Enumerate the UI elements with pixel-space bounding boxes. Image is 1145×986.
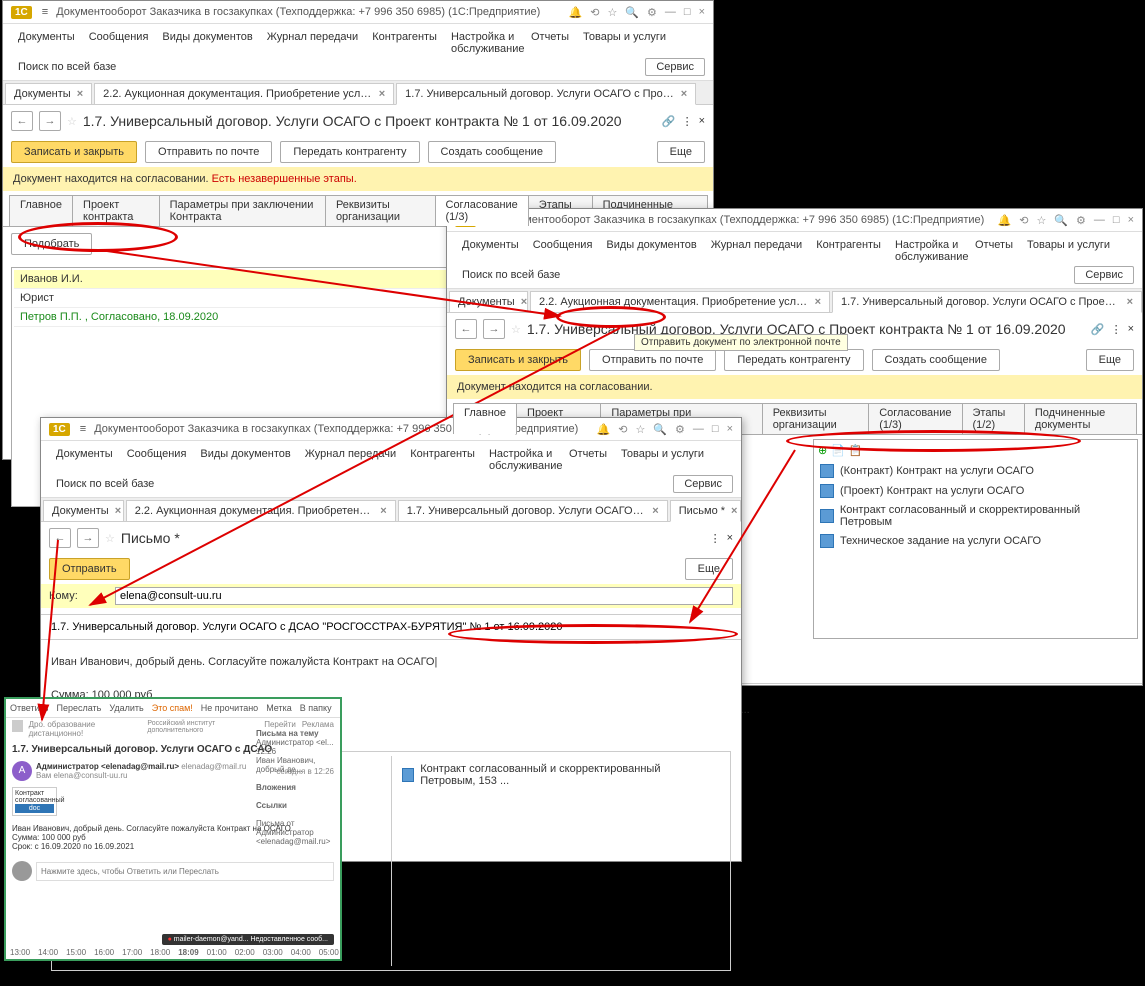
doc-title: 1.7. Универсальный договор. Услуги ОСАГО… (83, 113, 622, 129)
menu-transferlog[interactable]: Журнал передачи (260, 28, 365, 58)
back-button[interactable]: ← (11, 111, 33, 131)
close-icon[interactable]: × (699, 6, 705, 19)
word-icon (820, 464, 834, 478)
pick-button[interactable]: Подобрать (11, 233, 92, 255)
timeline: 13:0014:0015:00 16:0017:0018:00 18:0901:… (10, 948, 339, 957)
favorite-star-icon[interactable]: ☆ (67, 115, 77, 128)
menu-counterparties[interactable]: Контрагенты (365, 28, 444, 58)
spam-button[interactable]: Это спам! (152, 703, 193, 713)
service-button[interactable]: Сервис (645, 58, 705, 76)
more-button[interactable]: Еще (657, 141, 705, 163)
search-icon[interactable]: 🔍 (625, 6, 639, 19)
send-email-button[interactable]: Отправить по почте (145, 141, 272, 163)
tab-contract[interactable]: 1.7. Универсальный договор. Услуги ОСАГО… (396, 83, 696, 105)
menu-reports[interactable]: Отчеты (524, 28, 576, 58)
link-icon[interactable]: 🔗 (662, 115, 676, 128)
kebab-icon[interactable]: ⋮ (682, 115, 693, 128)
reply-button[interactable]: Ответить (10, 703, 48, 713)
mail-client: Ответить Переслать Удалить Это спам! Не … (4, 697, 342, 961)
tab-auction[interactable]: 2.2. Аукционная документация. Приобретен… (94, 83, 394, 105)
window-title: Документооборот Заказчика в госзакупках … (500, 214, 984, 226)
warning-bar: Документ находится на согласовании. Есть… (3, 167, 713, 191)
maximize-icon[interactable]: □ (684, 6, 691, 19)
menu-documents[interactable]: Документы (11, 28, 82, 58)
subtab-params[interactable]: Параметры при заключении Контракта (159, 195, 326, 226)
subtab-requisites[interactable]: Реквизиты организации (325, 195, 436, 226)
titlebar: 1C ≡ Документооборот Заказчика в госзаку… (3, 1, 713, 24)
mail-attachment[interactable]: Контракт согласованный doc (12, 787, 57, 816)
document-tabs: Документы× 2.2. Аукционная документация.… (3, 81, 713, 105)
add-icon[interactable]: ⊕ (818, 444, 827, 457)
create-message-button[interactable]: Создать сообщение (428, 141, 556, 163)
history-icon[interactable]: ⟲ (590, 6, 599, 19)
menu-search[interactable]: Поиск по всей базе (11, 58, 123, 76)
subtab-project[interactable]: Проект контракта (72, 195, 160, 226)
window-title: Документооборот Заказчика в госзакупках … (56, 6, 540, 18)
menu-goods[interactable]: Товары и услуги (576, 28, 673, 58)
notification[interactable]: ● mailer-daemon@yand... Недоставленное с… (162, 934, 334, 945)
menu-settings[interactable]: Настройка и обслуживание (444, 28, 524, 58)
avatar: A (12, 761, 32, 781)
quick-reply[interactable] (36, 862, 334, 881)
view-icon[interactable]: 📋 (849, 444, 863, 457)
file-item[interactable]: (Контракт) Контракт на услуги ОСАГО (814, 461, 1137, 481)
minimize-icon[interactable]: — (665, 6, 676, 19)
hamburger-icon[interactable]: ≡ (38, 5, 52, 19)
letter-title: Письмо * (121, 530, 180, 546)
tooltip: Отправить документ по электронной почте (634, 334, 848, 351)
save-close-button[interactable]: Записать и закрыть (11, 141, 137, 163)
delete-button[interactable]: Удалить (109, 703, 143, 713)
to-label: Кому: (49, 590, 109, 602)
menu-messages[interactable]: Сообщения (82, 28, 156, 58)
scan-icon[interactable]: 📄 (831, 444, 845, 457)
subtab-approval[interactable]: Согласование (1/3) (435, 195, 529, 226)
tab-documents[interactable]: Документы× (5, 83, 92, 105)
send-counterparty-button[interactable]: Передать контрагенту (280, 141, 419, 163)
close-doc-icon[interactable]: × (699, 115, 705, 127)
file-item[interactable]: (Проект) Контракт на услуги ОСАГО (814, 481, 1137, 501)
send-button[interactable]: Отправить (49, 558, 130, 580)
menubar: Документы Сообщения Виды документов Журн… (3, 24, 713, 81)
send-email-button-2[interactable]: Отправить по почте (589, 349, 716, 371)
close-tab-icon[interactable]: × (77, 88, 83, 100)
menu-doctypes[interactable]: Виды документов (155, 28, 259, 58)
star-icon[interactable]: ☆ (607, 6, 617, 19)
files-panel: ⊕ 📄 📋 (Контракт) Контракт на услуги ОСАГ… (813, 439, 1138, 639)
file-item[interactable]: Техническое задание на услуги ОСАГО (814, 531, 1137, 551)
settings-icon[interactable]: ⚙ (647, 6, 657, 19)
attachment-item[interactable]: Контракт согласованный и скорректированн… (396, 760, 723, 790)
forward-button[interactable]: Переслать (56, 703, 101, 713)
subject-input[interactable] (51, 621, 731, 633)
file-item-highlighted[interactable]: Контракт согласованный и скорректированн… (814, 501, 1137, 531)
subtab-main[interactable]: Главное (9, 195, 73, 226)
forward-button[interactable]: → (39, 111, 61, 131)
logo-1c: 1C (11, 6, 32, 19)
bell-icon[interactable]: 🔔 (569, 6, 583, 19)
to-input[interactable] (115, 587, 733, 605)
